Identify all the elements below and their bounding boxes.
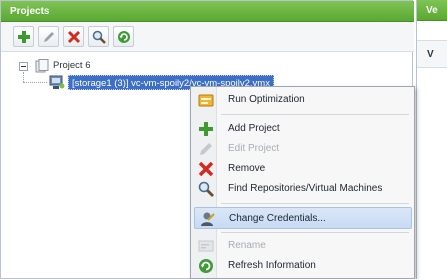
edit-project-button[interactable] bbox=[38, 26, 59, 47]
menu-label: Refresh Information bbox=[228, 260, 316, 271]
menu-label: Change Credentials... bbox=[229, 213, 326, 224]
credentials-icon bbox=[201, 212, 215, 226]
menu-separator bbox=[221, 232, 409, 233]
projects-toolbar bbox=[1, 22, 414, 52]
menu-separator bbox=[221, 114, 409, 115]
right-panel-title: Ve bbox=[417, 0, 447, 21]
menu-item-edit-project[interactable]: Edit Project bbox=[194, 138, 412, 160]
add-icon bbox=[199, 122, 213, 136]
search-icon bbox=[198, 181, 214, 197]
tree-connector bbox=[23, 82, 47, 83]
menu-item-find[interactable]: Find Repositories/Virtual Machines bbox=[194, 178, 412, 200]
add-project-button[interactable] bbox=[13, 26, 34, 47]
collapse-expander[interactable] bbox=[19, 62, 28, 71]
projects-panel-title: Projects bbox=[1, 1, 414, 22]
search-icon bbox=[92, 30, 106, 44]
add-icon bbox=[18, 31, 30, 43]
tree-connector bbox=[23, 72, 24, 82]
virtual-machine-icon bbox=[49, 75, 65, 89]
menu-item-remove[interactable]: Remove bbox=[194, 158, 412, 180]
run-optimization-icon bbox=[198, 94, 214, 107]
project-icon bbox=[35, 59, 49, 73]
menu-item-run-optimization[interactable]: Run Optimization bbox=[194, 89, 412, 111]
menu-separator bbox=[221, 203, 409, 204]
menu-item-change-credentials[interactable]: Change Credentials... bbox=[194, 207, 412, 229]
right-panel: Ve V bbox=[416, 0, 447, 279]
menu-label: Edit Project bbox=[228, 143, 280, 154]
right-panel-subheader: V bbox=[417, 40, 447, 68]
edit-icon bbox=[44, 32, 54, 42]
menu-item-rename[interactable]: Rename bbox=[194, 235, 412, 257]
menu-label: Run Optimization bbox=[228, 94, 305, 105]
refresh-icon bbox=[199, 259, 213, 273]
refresh-icon bbox=[118, 31, 130, 43]
rename-icon bbox=[198, 240, 214, 252]
remove-button[interactable] bbox=[63, 26, 84, 47]
menu-label: Remove bbox=[228, 163, 266, 174]
tree-node-project[interactable]: Project 6 bbox=[35, 59, 91, 74]
find-button[interactable] bbox=[88, 26, 109, 47]
menu-item-add-project[interactable]: Add Project bbox=[194, 118, 412, 140]
project-label: Project 6 bbox=[53, 60, 91, 71]
edit-icon bbox=[200, 143, 212, 155]
menu-item-refresh[interactable]: Refresh Information bbox=[194, 255, 412, 277]
remove-icon bbox=[198, 161, 214, 177]
tree-node-vm[interactable]: [storage1 (3)] vc-vm-spoily2/vc-vm-spoil… bbox=[49, 75, 274, 91]
remove-icon bbox=[67, 30, 81, 44]
menu-label: Add Project bbox=[228, 123, 280, 134]
refresh-button[interactable] bbox=[113, 26, 134, 47]
menu-label: Find Repositories/Virtual Machines bbox=[228, 183, 383, 194]
menu-label: Rename bbox=[228, 240, 266, 251]
context-menu: Run Optimization Add Project Edit Projec… bbox=[190, 86, 415, 279]
